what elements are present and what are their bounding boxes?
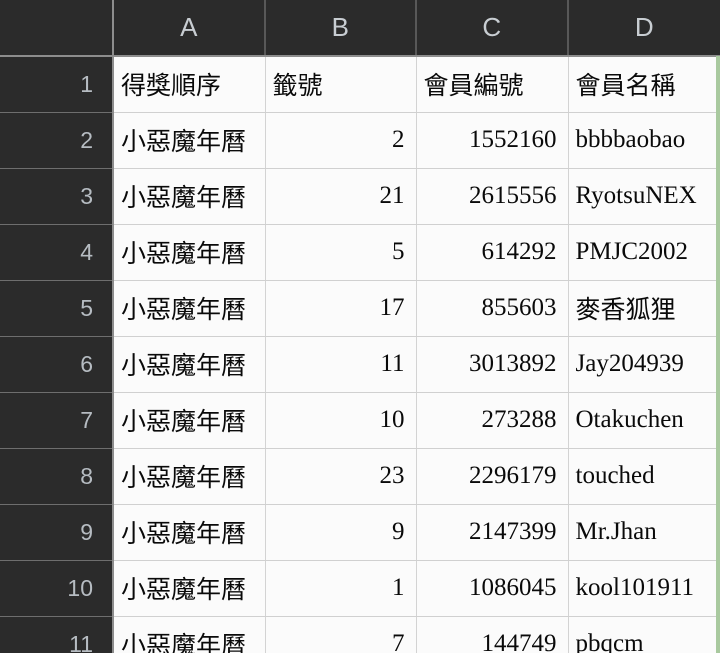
- cell-a3[interactable]: 小惡魔年曆: [113, 168, 266, 225]
- cell-b7[interactable]: 10: [265, 392, 417, 449]
- cell-c1[interactable]: 會員編號: [416, 56, 569, 113]
- cell-a6-text: 小惡魔年曆: [121, 353, 247, 380]
- row-header-9[interactable]: 9: [0, 504, 114, 561]
- select-all-corner[interactable]: [0, 0, 114, 57]
- table-row: 6 小惡魔年曆 11 3013892 Jay204939: [0, 336, 720, 393]
- table-row: 2 小惡魔年曆 2 1552160 bbbbaobao: [0, 112, 720, 169]
- row-header-3[interactable]: 3: [0, 168, 114, 225]
- cell-d8[interactable]: touched: [568, 448, 720, 505]
- row-header-11[interactable]: 11: [0, 616, 114, 653]
- column-header-d[interactable]: D: [568, 0, 720, 57]
- cell-c8[interactable]: 2296179: [416, 448, 569, 505]
- cell-a4[interactable]: 小惡魔年曆: [113, 224, 266, 281]
- table-row: 4 小惡魔年曆 5 614292 PMJC2002: [0, 224, 720, 281]
- cell-a3-text: 小惡魔年曆: [121, 185, 247, 212]
- table-row: 1 得獎順序 籤號 會員編號 會員名稱: [0, 56, 720, 113]
- cell-a5-text: 小惡魔年曆: [121, 297, 247, 324]
- cell-d4[interactable]: PMJC2002: [568, 224, 720, 281]
- table-row: 11 小惡魔年曆 7 144749 pbqcm: [0, 616, 720, 653]
- cell-d5[interactable]: 麥香狐狸: [568, 280, 720, 337]
- table-row: 10 小惡魔年曆 1 1086045 kool101911: [0, 560, 720, 617]
- cell-a7-text: 小惡魔年曆: [121, 409, 247, 436]
- cell-c6[interactable]: 3013892: [416, 336, 569, 393]
- cell-c10[interactable]: 1086045: [416, 560, 569, 617]
- cell-a9-text: 小惡魔年曆: [121, 521, 247, 548]
- table-row: 9 小惡魔年曆 9 2147399 Mr.Jhan: [0, 504, 720, 561]
- column-header-a[interactable]: A: [113, 0, 266, 57]
- cell-a2-text: 小惡魔年曆: [121, 129, 247, 156]
- row-header-6[interactable]: 6: [0, 336, 114, 393]
- spreadsheet-grid: A B C D 1 得獎順序 籤號 會員編號 會員名稱 2 小惡魔年曆 2 15…: [0, 0, 720, 653]
- spreadsheet-table: A B C D 1 得獎順序 籤號 會員編號 會員名稱 2 小惡魔年曆 2 15…: [0, 0, 720, 653]
- cell-b5[interactable]: 17: [265, 280, 417, 337]
- cell-a10-text: 小惡魔年曆: [121, 577, 247, 604]
- cell-a11[interactable]: 小惡魔年曆: [113, 616, 266, 653]
- cell-a9[interactable]: 小惡魔年曆: [113, 504, 266, 561]
- cell-d1[interactable]: 會員名稱: [568, 56, 720, 113]
- column-header-c[interactable]: C: [416, 0, 569, 57]
- cell-a6[interactable]: 小惡魔年曆: [113, 336, 266, 393]
- cell-d9[interactable]: Mr.Jhan: [568, 504, 720, 561]
- table-row: 7 小惡魔年曆 10 273288 Otakuchen: [0, 392, 720, 449]
- cell-b11[interactable]: 7: [265, 616, 417, 653]
- cell-b4[interactable]: 5: [265, 224, 417, 281]
- cell-b2[interactable]: 2: [265, 112, 417, 169]
- row-header-5[interactable]: 5: [0, 280, 114, 337]
- cell-c3[interactable]: 2615556: [416, 168, 569, 225]
- cell-b3[interactable]: 21: [265, 168, 417, 225]
- cell-a8[interactable]: 小惡魔年曆: [113, 448, 266, 505]
- cell-b1[interactable]: 籤號: [265, 56, 417, 113]
- row-header-2[interactable]: 2: [0, 112, 114, 169]
- cell-b6[interactable]: 11: [265, 336, 417, 393]
- cell-a10[interactable]: 小惡魔年曆: [113, 560, 266, 617]
- cell-a7[interactable]: 小惡魔年曆: [113, 392, 266, 449]
- cell-c9[interactable]: 2147399: [416, 504, 569, 561]
- table-row: 5 小惡魔年曆 17 855603 麥香狐狸: [0, 280, 720, 337]
- table-row: 8 小惡魔年曆 23 2296179 touched: [0, 448, 720, 505]
- row-header-10[interactable]: 10: [0, 560, 114, 617]
- cell-c5[interactable]: 855603: [416, 280, 569, 337]
- cell-d2[interactable]: bbbbaobao: [568, 112, 720, 169]
- cell-b9[interactable]: 9: [265, 504, 417, 561]
- cell-c4[interactable]: 614292: [416, 224, 569, 281]
- row-header-1[interactable]: 1: [0, 56, 114, 113]
- cell-a1[interactable]: 得獎順序: [113, 56, 266, 113]
- cell-a8-text: 小惡魔年曆: [121, 465, 247, 492]
- cell-d10[interactable]: kool101911: [568, 560, 720, 617]
- cell-d6[interactable]: Jay204939: [568, 336, 720, 393]
- row-header-4[interactable]: 4: [0, 224, 114, 281]
- cell-a5[interactable]: 小惡魔年曆: [113, 280, 266, 337]
- cell-d3[interactable]: RyotsuNEX: [568, 168, 720, 225]
- cell-a11-text: 小惡魔年曆: [121, 633, 247, 653]
- table-row: 3 小惡魔年曆 21 2615556 RyotsuNEX: [0, 168, 720, 225]
- cell-a4-text: 小惡魔年曆: [121, 241, 247, 268]
- cell-a2[interactable]: 小惡魔年曆: [113, 112, 266, 169]
- row-header-8[interactable]: 8: [0, 448, 114, 505]
- cell-c7[interactable]: 273288: [416, 392, 569, 449]
- column-header-b[interactable]: B: [265, 0, 417, 57]
- spreadsheet-body: 1 得獎順序 籤號 會員編號 會員名稱 2 小惡魔年曆 2 1552160 bb…: [0, 56, 720, 653]
- column-header-row: A B C D: [0, 0, 720, 57]
- cell-d7[interactable]: Otakuchen: [568, 392, 720, 449]
- row-header-7[interactable]: 7: [0, 392, 114, 449]
- cell-b10[interactable]: 1: [265, 560, 417, 617]
- cell-b8[interactable]: 23: [265, 448, 417, 505]
- cell-c11[interactable]: 144749: [416, 616, 569, 653]
- cell-a1-text: 得獎順序: [121, 73, 222, 101]
- cell-c2[interactable]: 1552160: [416, 112, 569, 169]
- cell-d11[interactable]: pbqcm: [568, 616, 720, 653]
